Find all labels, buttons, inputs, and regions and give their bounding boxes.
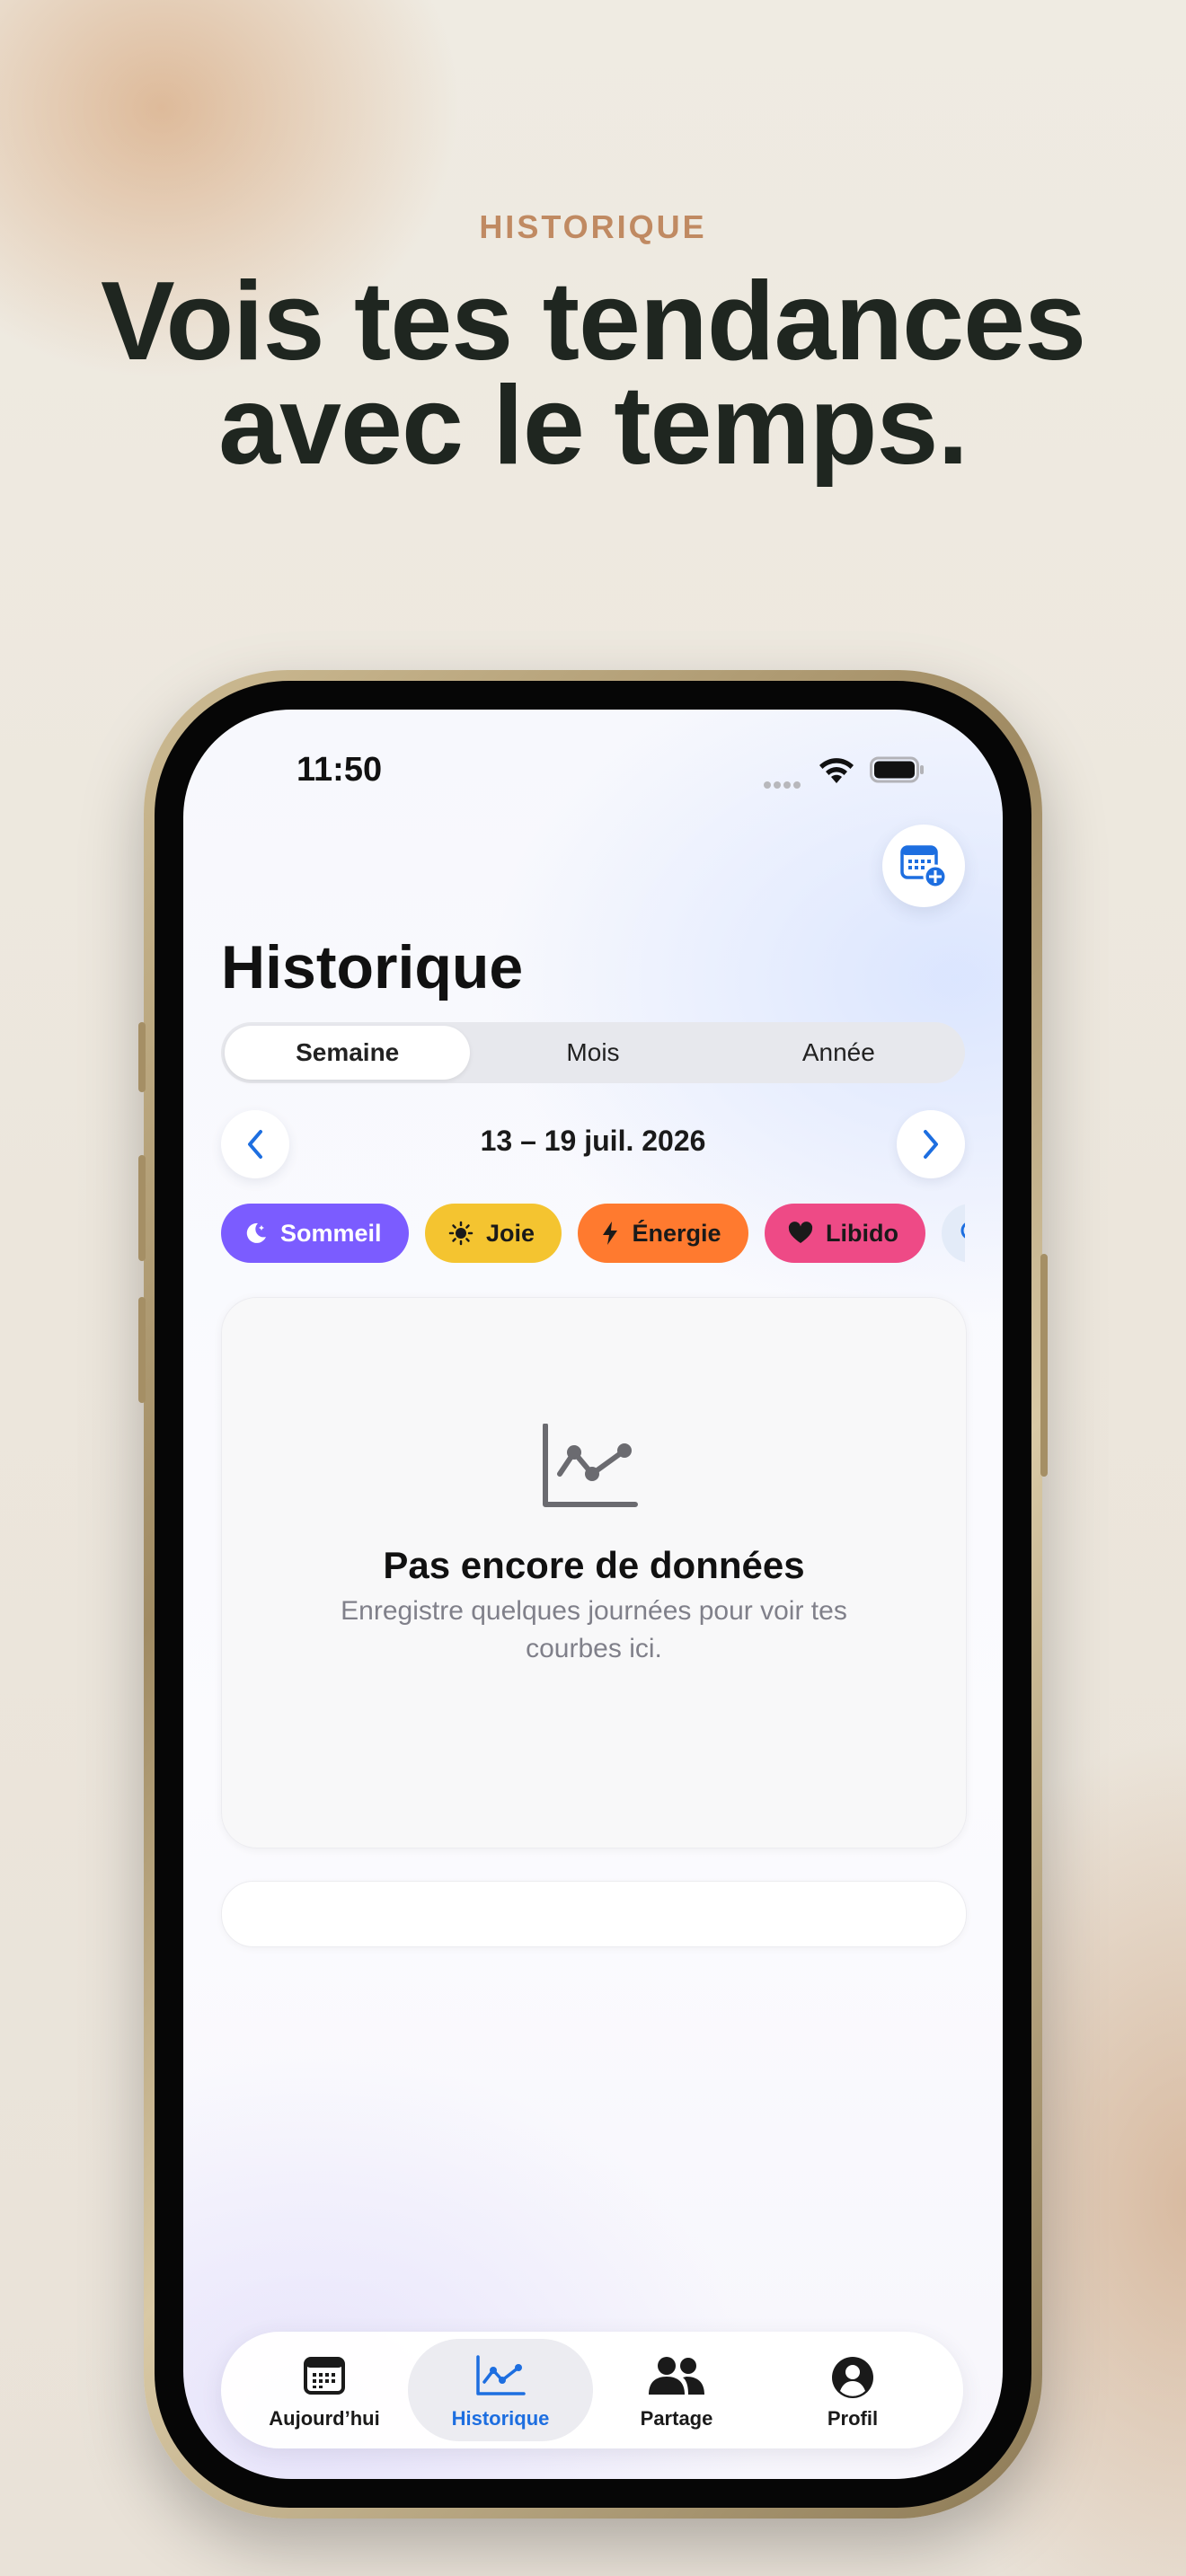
sun-icon xyxy=(448,1221,474,1246)
status-time: 11:50 xyxy=(296,751,383,789)
battery-icon xyxy=(870,756,924,783)
secondary-card xyxy=(221,1881,967,1947)
chip-label: Libido xyxy=(825,1219,898,1247)
chip-joie[interactable]: Joie xyxy=(425,1204,562,1263)
line-chart-icon xyxy=(543,1424,638,1507)
heart-icon xyxy=(788,1222,813,1243)
metric-filter-chips: Sommeil Joie Énergie Libido xyxy=(221,1204,965,1265)
tab-aujourdhui[interactable]: Aujourd’hui xyxy=(232,2339,417,2441)
side-button-power xyxy=(1040,1254,1048,1477)
moon-icon xyxy=(246,1222,266,1243)
wifi-icon xyxy=(819,758,854,783)
bolt-icon xyxy=(603,1222,618,1245)
chip-libido[interactable]: Libido xyxy=(764,1204,925,1263)
headline-line-1: Vois tes tendances xyxy=(100,260,1086,384)
eyebrow-label: HISTORIQUE xyxy=(479,208,707,245)
chip-zoom-search[interactable] xyxy=(942,1204,965,1263)
chip-energie[interactable]: Énergie xyxy=(578,1204,748,1263)
zoom-in-icon xyxy=(960,1222,965,1239)
segment-week[interactable]: Semaine xyxy=(225,1026,471,1080)
date-range-label: 13 – 19 juil. 2026 xyxy=(480,1125,706,1157)
people-icon xyxy=(649,2357,704,2395)
tab-bar: Aujourd’hui Historique Partage Profil xyxy=(221,2332,963,2448)
phone-screen: 11:50 Historique Semaine Mois Année 13 –… xyxy=(183,710,1003,2479)
chip-label: Sommeil xyxy=(280,1219,382,1247)
chart-icon xyxy=(476,2355,526,2395)
chip-label: Joie xyxy=(486,1219,535,1247)
side-button-silent xyxy=(138,1022,146,1092)
calendar-icon xyxy=(304,2357,345,2395)
add-entry-calendar-button[interactable] xyxy=(882,825,965,907)
tab-label: Profil xyxy=(827,2407,879,2430)
headline: Vois tes tendances avec le temps. xyxy=(54,260,1132,488)
chart-card-empty: Pas encore de données Enregistre quelque… xyxy=(221,1297,967,1848)
person-circle-icon xyxy=(832,2357,873,2398)
tab-historique[interactable]: Historique xyxy=(408,2339,593,2441)
period-segmented-control: Semaine Mois Année xyxy=(221,1022,965,1083)
page-title: Historique xyxy=(221,933,524,1001)
next-period-button[interactable] xyxy=(897,1110,965,1178)
chevron-right-icon xyxy=(924,1130,938,1159)
headline-line-2: avec le temps. xyxy=(218,364,969,488)
side-button-volume-up xyxy=(138,1155,146,1261)
tab-label: Aujourd’hui xyxy=(269,2407,380,2430)
empty-state-title: Pas encore de données xyxy=(383,1544,805,1586)
tab-label: Historique xyxy=(451,2407,550,2430)
tab-profil[interactable]: Profil xyxy=(760,2339,945,2441)
tab-label: Partage xyxy=(640,2407,713,2430)
calendar-plus-icon xyxy=(900,845,947,888)
segment-month[interactable]: Mois xyxy=(470,1026,715,1080)
side-button-volume-down xyxy=(138,1297,146,1403)
chip-label: Énergie xyxy=(632,1219,721,1247)
segment-year[interactable]: Année xyxy=(716,1026,961,1080)
tab-partage[interactable]: Partage xyxy=(584,2339,769,2441)
cellular-signal-icon xyxy=(764,777,807,789)
chip-sommeil[interactable]: Sommeil xyxy=(221,1204,409,1263)
empty-state-subtitle: Enregistre quelques journées pour voir t… xyxy=(341,1596,847,1663)
